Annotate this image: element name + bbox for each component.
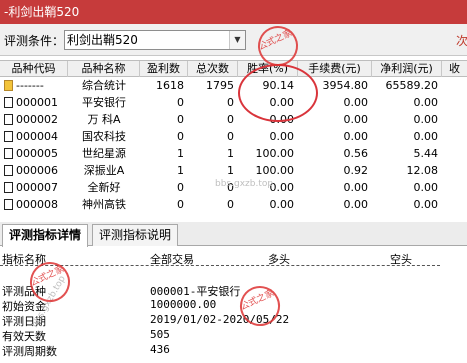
detail-label: 有效天数 xyxy=(2,330,46,343)
row-code: 000007 xyxy=(16,181,58,194)
table-header: 品种代码 品种名称 盈利数 总次数 胜率(%) 手续费(元) 净利润(元) 收 xyxy=(0,61,467,77)
row-rate: 100.00 xyxy=(255,147,295,160)
row-name: 综合统计 xyxy=(82,79,126,92)
row-fee: 0.00 xyxy=(343,181,369,194)
table-row[interactable]: 000005 世纪星源 1 1 100.00 0.56 5.44 xyxy=(0,146,467,161)
row-total: 0 xyxy=(227,198,234,211)
col-header-name[interactable]: 品种名称 xyxy=(68,61,140,77)
doc-icon xyxy=(4,97,13,108)
results-table: 品种代码 品种名称 盈利数 总次数 胜率(%) 手续费(元) 净利润(元) 收 … xyxy=(0,60,467,212)
doc-icon xyxy=(4,165,13,176)
highlight-circle xyxy=(238,64,318,122)
row-name: 全新好 xyxy=(87,181,121,194)
row-win: 1 xyxy=(177,164,184,177)
row-name: 万 科A xyxy=(87,113,121,126)
table-row[interactable]: 000002 万 科A 0 0 0.00 0.00 0.00 xyxy=(0,112,467,127)
row-name: 世纪星源 xyxy=(82,147,126,160)
window-title: -利剑出鞘520 xyxy=(0,0,467,24)
table-row[interactable]: 000004 国农科技 0 0 0.00 0.00 0.00 xyxy=(0,129,467,144)
row-fee: 0.00 xyxy=(343,130,369,143)
toolbar-right-text[interactable]: 次 xyxy=(456,32,467,49)
row-win: 0 xyxy=(177,130,184,143)
row-total: 0 xyxy=(227,96,234,109)
row-fee: 0.56 xyxy=(343,147,369,160)
row-win: 1618 xyxy=(156,79,184,92)
row-win: 0 xyxy=(177,198,184,211)
row-total: 0 xyxy=(227,113,234,126)
row-code: 000008 xyxy=(16,198,58,211)
detail-value: 000001-平安银行 xyxy=(150,285,241,298)
col-header-code[interactable]: 品种代码 xyxy=(0,61,68,77)
row-code: 000006 xyxy=(16,164,58,177)
row-code: 000001 xyxy=(16,96,58,109)
row-win: 0 xyxy=(177,181,184,194)
table-row[interactable]: 000008 神州高铁 0 0 0.00 0.00 0.00 xyxy=(0,197,467,212)
col-header-more[interactable]: 收 xyxy=(442,61,467,77)
doc-icon xyxy=(4,114,13,125)
row-rate: 0.00 xyxy=(269,198,295,211)
doc-icon xyxy=(4,148,13,159)
row-profit: 5.44 xyxy=(413,147,439,160)
toolbar: 评测条件： 利剑出鞘520 ▼ 次 xyxy=(0,24,467,56)
table-row[interactable]: 000006 深振业A 1 1 100.00 0.92 12.08 xyxy=(0,163,467,178)
condition-label: 评测条件： xyxy=(4,34,65,48)
detail-label: 评测周期数 xyxy=(2,345,57,358)
row-profit: 0.00 xyxy=(413,96,439,109)
row-profit: 12.08 xyxy=(406,164,439,177)
row-profit: 0.00 xyxy=(413,181,439,194)
row-total: 0 xyxy=(227,130,234,143)
row-fee: 0.00 xyxy=(343,113,369,126)
row-win: 0 xyxy=(177,96,184,109)
summary-doc-icon xyxy=(4,80,13,91)
row-rate: 0.00 xyxy=(269,130,295,143)
row-win: 1 xyxy=(177,147,184,160)
row-profit: 0.00 xyxy=(413,130,439,143)
detail-value: 436 xyxy=(150,343,170,356)
table-row[interactable]: ------- 综合统计 1618 1795 90.14 3954.80 655… xyxy=(0,78,467,93)
doc-icon xyxy=(4,182,13,193)
row-profit: 65589.20 xyxy=(385,79,439,92)
col-header-win[interactable]: 盈利数 xyxy=(140,61,188,77)
row-total: 1795 xyxy=(206,79,234,92)
row-total: 1 xyxy=(227,147,234,160)
table-row[interactable]: 000001 平安银行 0 0 0.00 0.00 0.00 xyxy=(0,95,467,110)
row-rate: 100.00 xyxy=(255,164,295,177)
row-code: 000002 xyxy=(16,113,58,126)
row-code: 000005 xyxy=(16,147,58,160)
detail-tabs: 评测指标详情 评测指标说明 xyxy=(0,222,467,247)
detail-value: 505 xyxy=(150,328,170,341)
row-win: 0 xyxy=(177,113,184,126)
row-name: 深振业A xyxy=(83,164,125,177)
row-fee: 0.92 xyxy=(343,164,369,177)
col-header-total[interactable]: 总次数 xyxy=(188,61,238,77)
row-name: 神州高铁 xyxy=(82,198,126,211)
watermark-text: bbs.gxzb.top xyxy=(215,179,274,189)
row-profit: 0.00 xyxy=(413,113,439,126)
col-header-profit[interactable]: 净利润(元) xyxy=(372,61,442,77)
row-total: 1 xyxy=(227,164,234,177)
tab-indicator-details[interactable]: 评测指标详情 xyxy=(2,224,89,247)
detail-separator xyxy=(0,265,440,266)
detail-panel: 指标名称 全部交易 多头 空头 评测品种 000001-平安银行 初始资金 10… xyxy=(0,247,467,363)
row-name: 国农科技 xyxy=(82,130,126,143)
dropdown-arrow-icon[interactable]: ▼ xyxy=(229,31,245,49)
tab-indicator-explanation[interactable]: 评测指标说明 xyxy=(92,224,179,246)
doc-icon xyxy=(4,199,13,210)
doc-icon xyxy=(4,131,13,142)
condition-select[interactable]: 利剑出鞘520 ▼ xyxy=(64,30,246,50)
row-code: 000004 xyxy=(16,130,58,143)
row-fee: 0.00 xyxy=(343,198,369,211)
detail-value: 1000000.00 xyxy=(150,298,217,311)
row-name: 平安银行 xyxy=(82,96,126,109)
condition-select-value: 利剑出鞘520 xyxy=(67,33,138,47)
row-code: ------- xyxy=(16,79,44,92)
row-profit: 0.00 xyxy=(413,198,439,211)
